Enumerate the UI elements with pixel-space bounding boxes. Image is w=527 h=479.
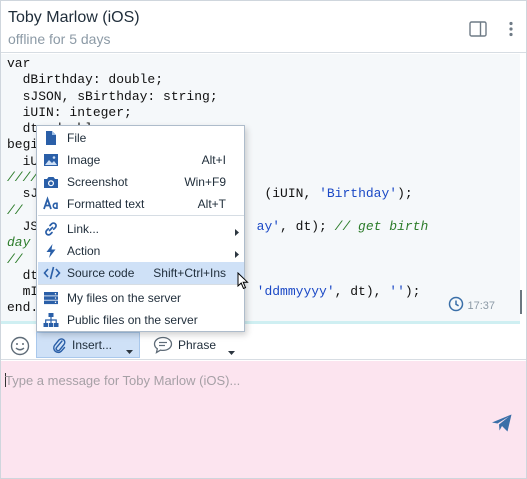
menu-item-label: Formatted text	[67, 197, 145, 211]
menu-separator	[38, 284, 244, 285]
formatted-text-icon	[43, 196, 59, 212]
code-token: day	[7, 235, 31, 251]
code-token: //	[7, 251, 23, 267]
scrollbar-thumb[interactable]	[520, 290, 522, 314]
menu-item-shortcut: Win+F9	[184, 175, 226, 189]
more-options-button[interactable]	[500, 18, 522, 40]
toggle-sidebar-button[interactable]	[467, 18, 489, 40]
lightning-icon	[43, 243, 59, 259]
insert-menu-item-image[interactable]: Image Alt+I	[38, 149, 244, 171]
camera-icon	[43, 174, 59, 190]
chevron-down-icon	[126, 343, 133, 357]
menu-item-label: File	[67, 131, 87, 145]
code-token: begi	[7, 137, 39, 153]
code-token: sJSON, sBirthday: string;	[7, 88, 218, 104]
file-icon	[43, 130, 59, 146]
contact-status: offline for 5 days	[8, 31, 111, 47]
contact-name[interactable]: Toby Marlow (iOS)	[8, 9, 140, 27]
menu-item-label: Screenshot	[67, 175, 128, 189]
menu-item-shortcut: Alt+I	[201, 153, 226, 167]
code-token: ////	[7, 170, 39, 186]
code-token: // get birth	[334, 218, 429, 234]
chat-window: Toby Marlow (iOS) offline for 5 days var…	[0, 0, 527, 479]
mouse-pointer-icon	[237, 271, 249, 293]
code-token: , dt),	[334, 284, 390, 300]
submenu-arrow-icon	[235, 225, 239, 239]
code-line: sJSON, sBirthday: string;	[7, 89, 428, 105]
insert-button-label: Insert...	[72, 338, 113, 352]
insert-menu-item-link[interactable]: Link...	[38, 218, 244, 240]
code-token: dt	[7, 267, 39, 283]
code-token: //	[7, 202, 23, 218]
phrase-button[interactable]: Phrase	[153, 334, 216, 356]
code-token: ay'	[256, 218, 281, 234]
code-token: dBirthday: double;	[7, 72, 164, 88]
insert-menu-item-action[interactable]: Action	[38, 240, 244, 262]
menu-item-label: Action	[67, 244, 101, 258]
chat-header: Toby Marlow (iOS) offline for 5 days	[1, 1, 526, 53]
insert-menu-item-my-files-on-the-server[interactable]: My files on the server	[38, 287, 244, 309]
insert-menu-item-source-code[interactable]: Source code Shift+Ctrl+Ins	[38, 262, 244, 284]
menu-item-label: My files on the server	[67, 291, 182, 305]
composer-toolbar: Insert... Phrase	[1, 331, 526, 360]
image-icon	[43, 152, 59, 168]
smiley-icon	[10, 336, 30, 356]
code-token: iU	[7, 153, 39, 169]
insert-menu-item-file[interactable]: File	[38, 127, 244, 149]
speech-bubble-icon	[153, 336, 173, 354]
menu-item-shortcut: Shift+Ctrl+Ins	[153, 266, 226, 280]
clock-icon	[448, 296, 464, 315]
menu-item-shortcut: Alt+T	[197, 197, 226, 211]
link-icon	[43, 221, 59, 237]
insert-button[interactable]: Insert...	[36, 332, 140, 358]
code-token: );	[397, 186, 413, 202]
sidebar-panel-icon	[469, 21, 487, 37]
code-icon	[43, 265, 61, 281]
code-token: );	[404, 284, 421, 300]
send-icon	[492, 414, 512, 432]
send-button[interactable]	[489, 410, 515, 436]
phrase-dropdown-chevron-icon[interactable]	[228, 344, 235, 358]
code-token: , dt);	[280, 218, 335, 234]
menu-separator	[38, 215, 244, 216]
insert-menu-item-formatted-text[interactable]: Formatted text Alt+T	[38, 193, 244, 215]
code-token: end.	[7, 300, 39, 316]
insert-menu-item-screenshot[interactable]: Screenshot Win+F9	[38, 171, 244, 193]
server-files-icon	[43, 290, 59, 306]
code-line: dBirthday: double;	[7, 72, 428, 88]
paperclip-icon	[53, 338, 66, 354]
insert-menu: File Image Alt+I Screenshot Win+F9 Formatted …	[36, 125, 245, 332]
submenu-arrow-icon	[235, 247, 239, 261]
insert-menu-item-public-files-on-the-server[interactable]: Public files on the server	[38, 309, 244, 331]
kebab-menu-icon	[509, 21, 513, 37]
message-composer	[1, 361, 526, 478]
phrase-button-label: Phrase	[178, 338, 217, 352]
code-token: 'ddmmyyyy'	[256, 284, 335, 300]
code-line: iUIN: integer;	[7, 105, 428, 121]
code-token: 'Birthday'	[319, 186, 398, 202]
code-line: var	[7, 56, 428, 72]
menu-item-label: Source code	[67, 266, 135, 280]
message-input[interactable]	[5, 369, 485, 391]
menu-item-label: Link...	[67, 222, 100, 236]
code-token: var	[7, 56, 31, 71]
menu-item-label: Image	[67, 153, 101, 167]
code-token: ''	[389, 284, 405, 300]
message-time: 17:37	[467, 300, 495, 312]
emoji-button[interactable]	[9, 335, 31, 357]
code-token: iUIN: integer;	[7, 104, 132, 120]
message-scrollbar[interactable]	[518, 54, 524, 329]
public-files-icon	[43, 312, 59, 328]
menu-item-label: Public files on the server	[67, 313, 198, 327]
